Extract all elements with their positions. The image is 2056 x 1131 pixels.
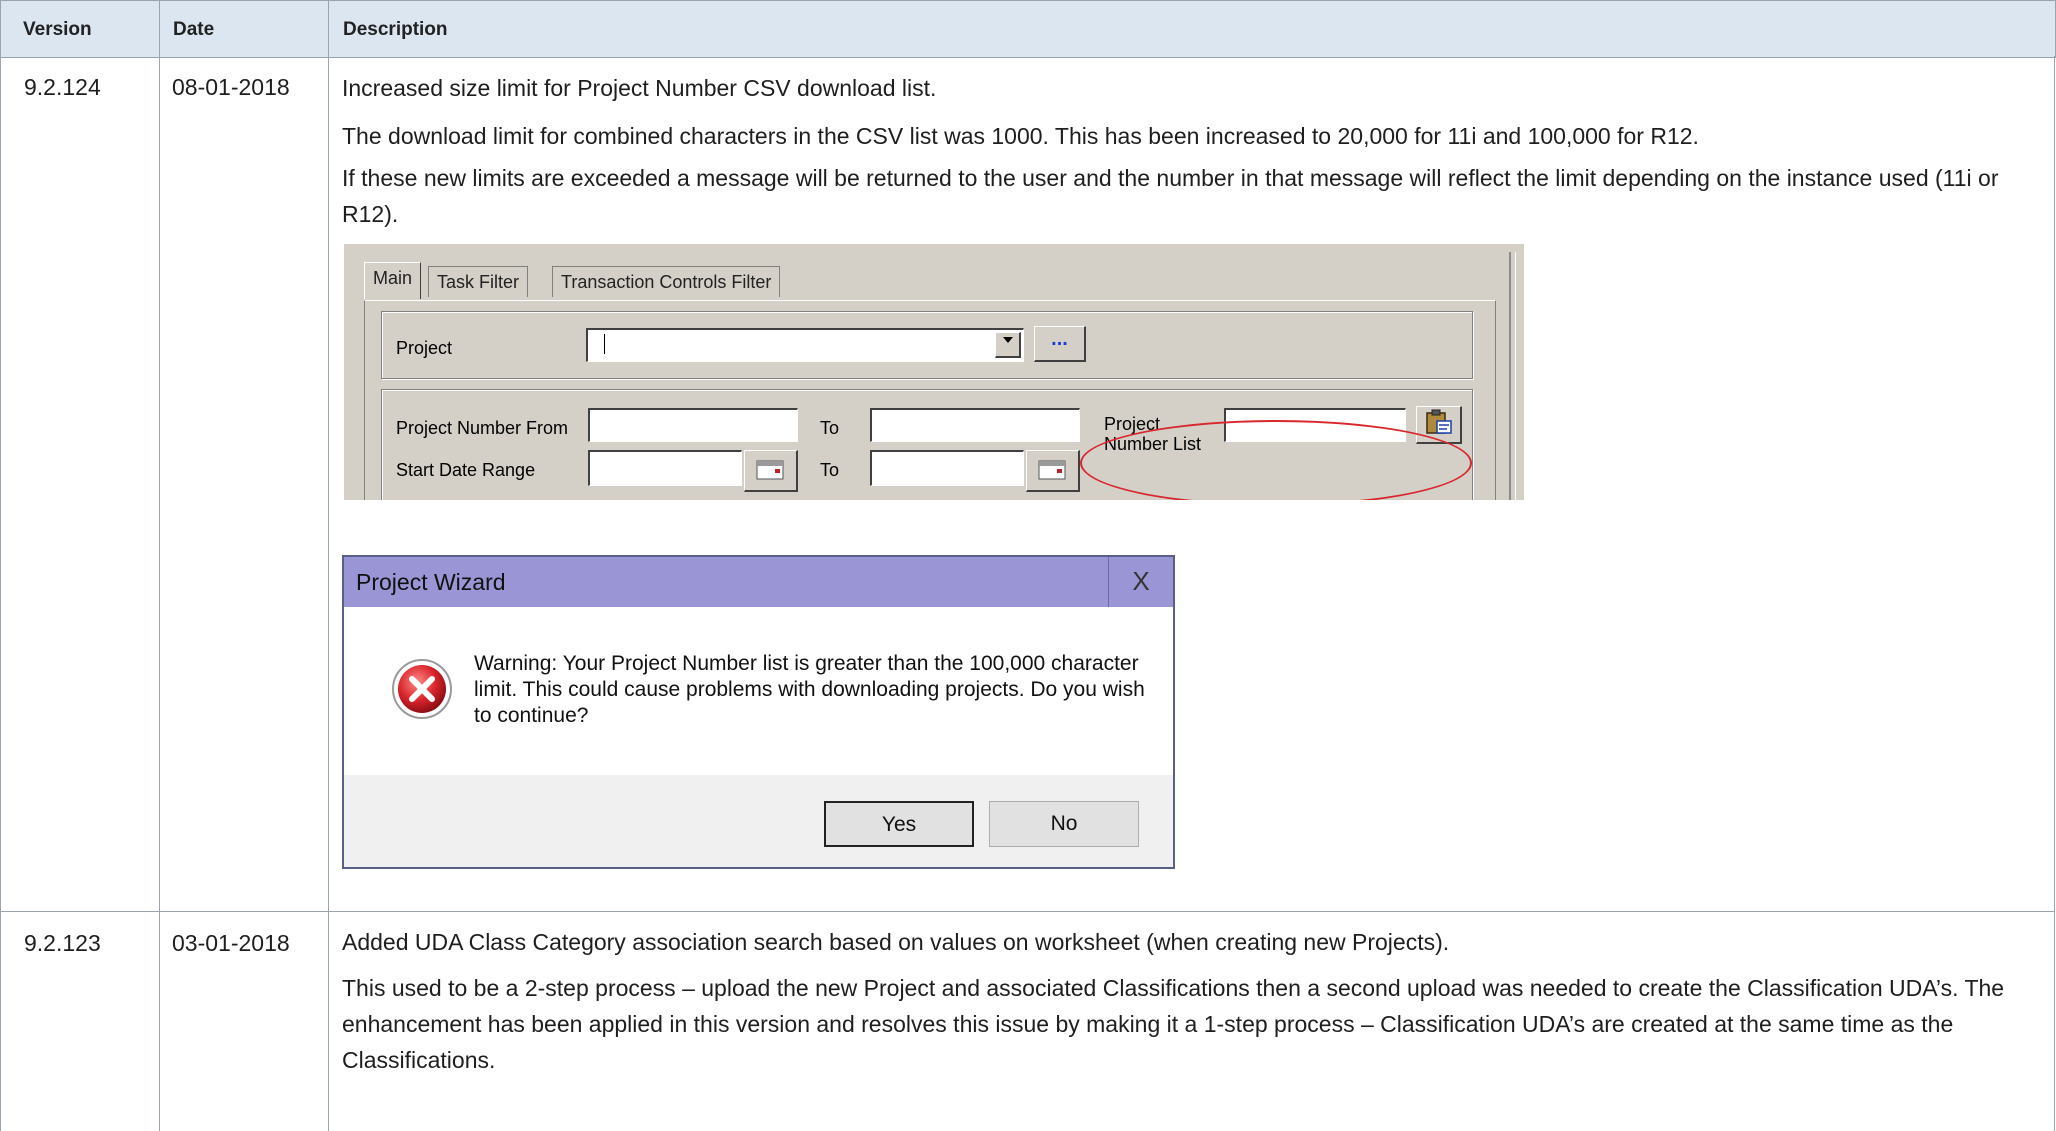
dialog-title-bar: Project Wizard X [344,557,1173,607]
project-lookup-button[interactable]: ... [1034,326,1086,362]
tab-transaction-controls-filter[interactable]: Transaction Controls Filter [552,266,781,297]
project-wizard-dialog: Project Wizard X Warning: Your Project N… [342,555,1175,869]
description-paragraph: Increased size limit for Project Number … [342,75,937,101]
header-date: Date [173,19,215,40]
project-number-to-input[interactable] [870,408,1080,442]
project-number-from-input[interactable] [588,408,798,442]
highlight-oval [1080,420,1472,500]
version-cell: 9.2.124 [24,74,101,100]
tab-task-filter[interactable]: Task Filter [428,266,529,297]
close-button[interactable]: X [1108,557,1173,607]
start-date-to-calendar-button[interactable] [1026,450,1080,492]
no-button[interactable]: No [989,801,1139,847]
start-date-from-calendar-button[interactable] [744,450,798,492]
project-combobox[interactable] [586,328,1024,362]
start-date-from-input[interactable] [588,450,742,486]
chevron-down-icon [1002,337,1013,343]
tab-main[interactable]: Main [364,262,422,299]
project-group: Project ... [381,311,1473,379]
project-number-from-label: Project Number From [396,418,569,438]
version-cell: 9.2.123 [24,930,101,956]
start-date-to-input[interactable] [870,450,1024,486]
dialog-message: Warning: Your Project Number list is gre… [474,652,1145,727]
yes-button[interactable]: Yes [824,801,974,847]
description-paragraph: If these new limits are exceeded a messa… [342,165,1999,227]
to-label-2: To [820,460,840,480]
calendar-icon [756,460,784,480]
release-notes-table: Version Date Description 9.2.124 08-01-2… [0,0,2056,1131]
description-paragraph: This used to be a 2-step process – uploa… [342,975,2005,1073]
header-description: Description [343,19,448,40]
date-cell: 03-01-2018 [172,930,290,956]
table-header: Version Date Description [0,0,2056,58]
description-paragraph: The download limit for combined characte… [342,123,1699,149]
header-version: Version [23,19,92,40]
close-icon: X [1132,566,1150,596]
dropdown-button[interactable] [995,332,1021,358]
description-paragraph: Added UDA Class Category association sea… [342,929,1450,955]
calendar-icon [1038,460,1066,480]
to-label: To [820,418,840,438]
error-icon [392,659,452,719]
date-cell: 08-01-2018 [172,74,290,100]
dialog-body: Warning: Your Project Number list is gre… [344,607,1173,775]
project-label: Project [396,338,453,358]
project-search-form-screenshot: Main Task Filter Transaction Controls Fi… [342,242,1524,500]
start-date-range-label: Start Date Range [396,460,536,480]
dialog-title: Project Wizard [356,569,506,595]
